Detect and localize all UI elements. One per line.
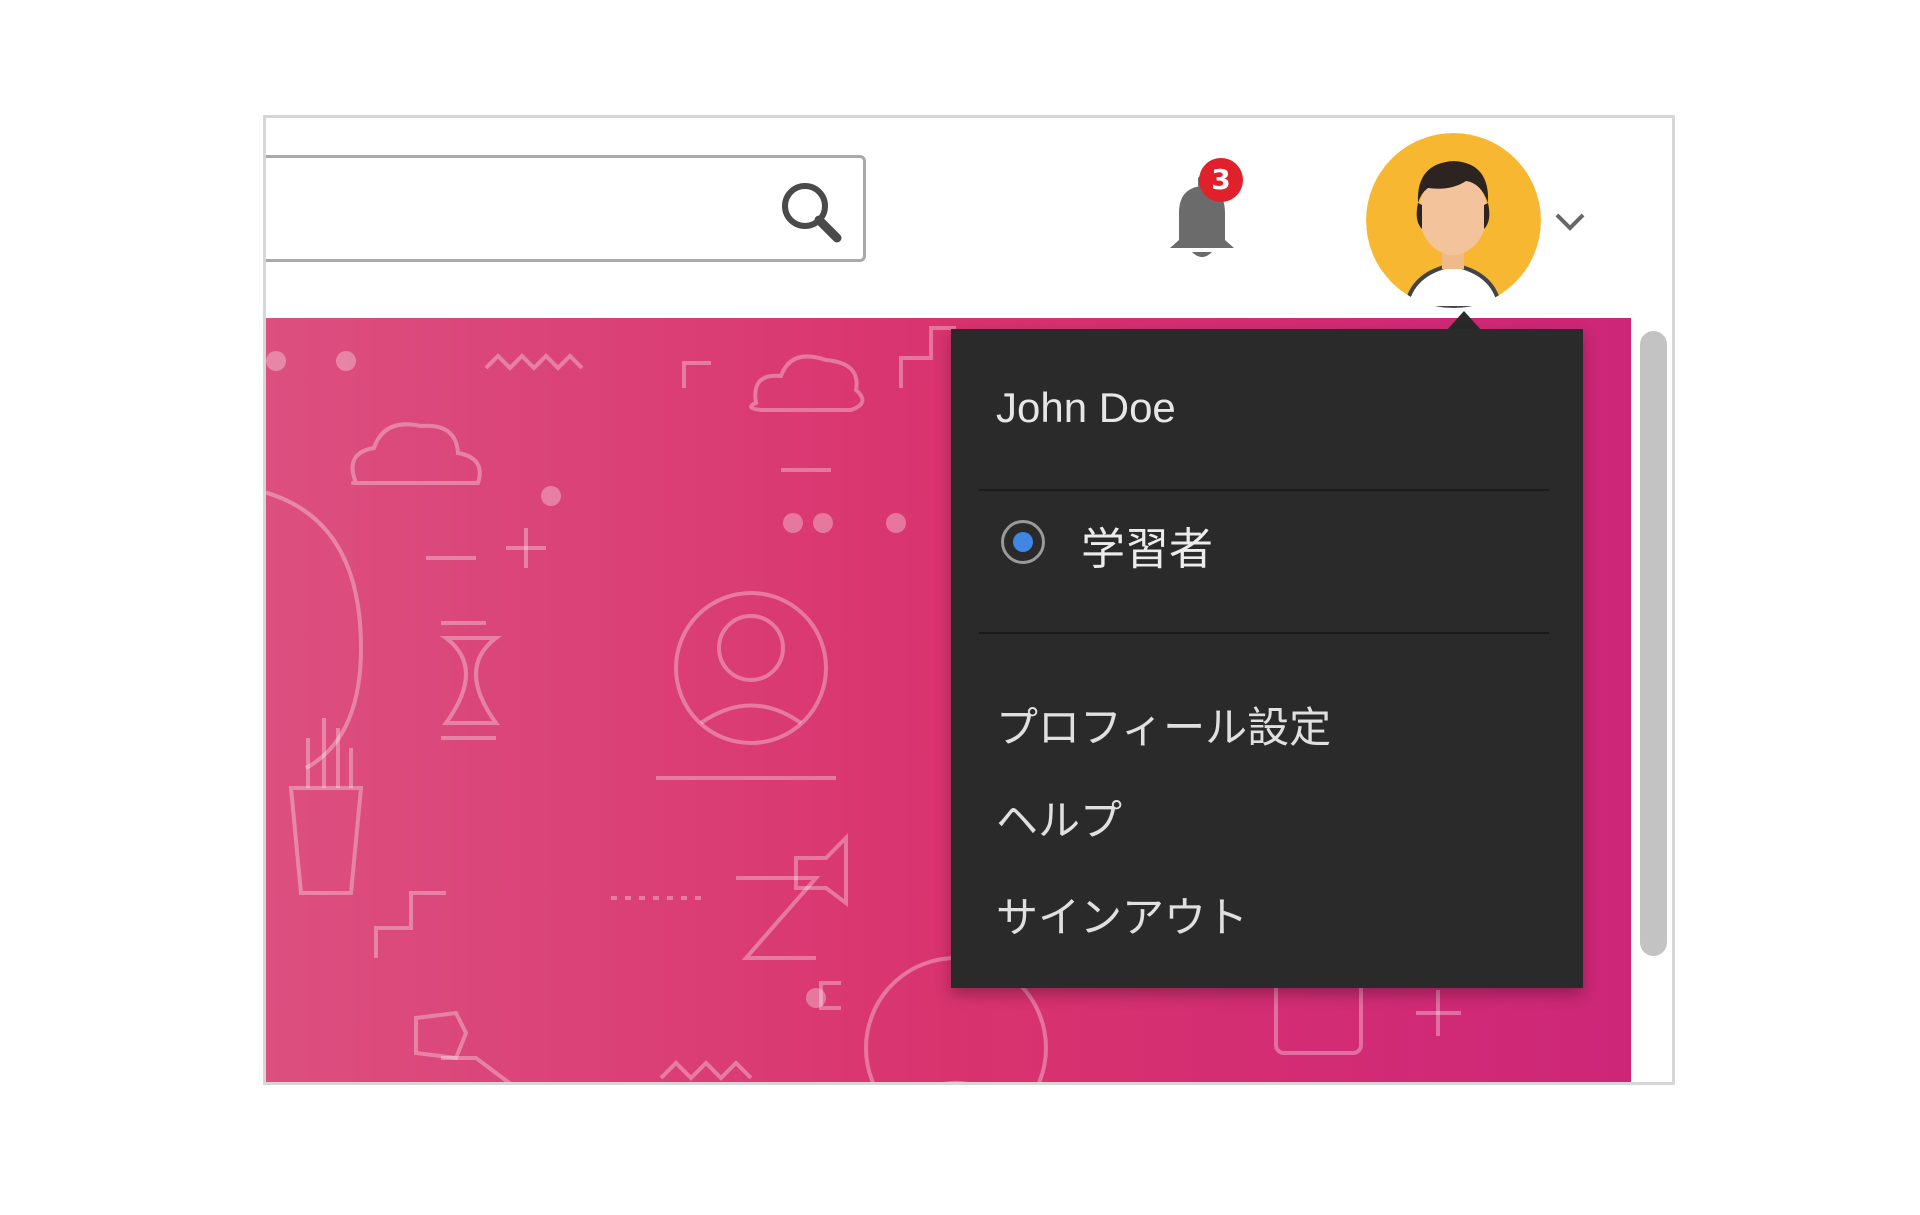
search-box[interactable] <box>266 155 866 262</box>
scrollbar-thumb[interactable] <box>1640 331 1667 956</box>
role-option-learner[interactable]: 学習者 <box>996 511 1536 581</box>
dropdown-pointer <box>1446 311 1482 331</box>
avatar[interactable] <box>1366 133 1541 308</box>
user-avatar-icon <box>1366 133 1541 308</box>
search-input[interactable] <box>279 178 773 240</box>
user-menu-dropdown: John Doe 学習者 プロフィール設定 ヘルプ サインアウト <box>951 329 1583 988</box>
chevron-down-icon[interactable] <box>1545 203 1595 243</box>
menu-item-profile-settings[interactable]: プロフィール設定 <box>996 694 1331 755</box>
divider <box>979 632 1549 634</box>
user-name: John Doe <box>996 384 1176 431</box>
menu-item-help[interactable]: ヘルプ <box>996 787 1122 848</box>
top-header: 3 <box>266 118 1672 318</box>
notification-badge: 3 <box>1199 158 1243 202</box>
menu-item-sign-out[interactable]: サインアウト <box>996 884 1248 945</box>
role-label: 学習者 <box>1081 524 1213 575</box>
app-window: 3 John Doe 学習者 プロフィール設定 ヘルプ サインアウト <box>263 115 1675 1085</box>
radio-selected-dot <box>1013 532 1033 552</box>
role-radio[interactable] <box>1001 520 1045 564</box>
divider <box>979 489 1549 491</box>
search-icon[interactable] <box>775 176 849 250</box>
